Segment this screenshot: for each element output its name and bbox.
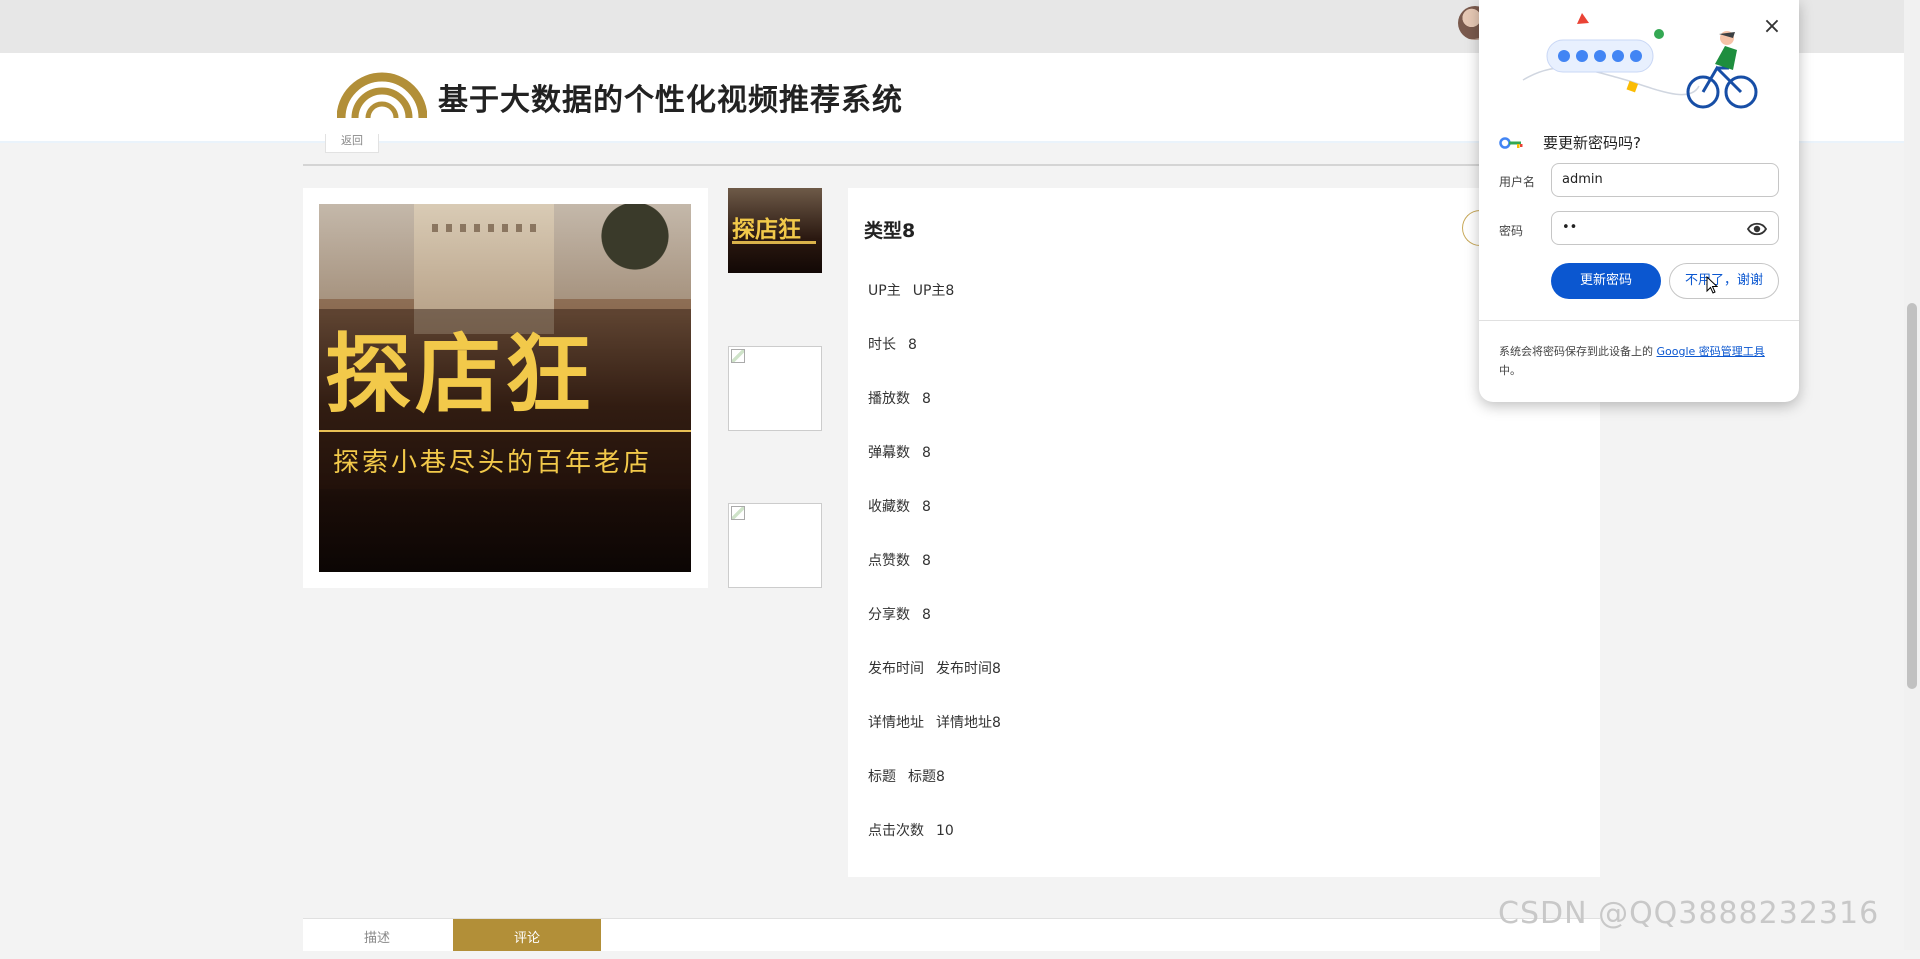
no-thanks-button[interactable]: 不用了，谢谢 — [1669, 263, 1779, 299]
thumbnail-1[interactable]: 探店狂 — [728, 188, 822, 273]
footer-text: 系统会将密码保存到此设备上的 — [1499, 345, 1653, 358]
username-field[interactable]: admin — [1551, 163, 1779, 197]
broken-image-icon — [731, 349, 745, 363]
thumbnail-title: 探店狂 — [732, 216, 801, 243]
info-row: 详情地址 详情地址8 — [868, 712, 1001, 732]
info-row: UP主 UP主8 — [868, 280, 954, 300]
info-row: 点击次数 10 — [868, 820, 954, 840]
logo-icon — [337, 72, 427, 119]
info-value: 8 — [908, 337, 917, 353]
info-value: 详情地址8 — [936, 715, 1001, 731]
info-key: 时长 — [868, 337, 896, 353]
footer-suffix: 中。 — [1499, 364, 1521, 377]
info-row: 弹幕数 8 — [868, 442, 931, 462]
video-poster: 探店狂 探索小巷尽头的百年老店 — [319, 204, 691, 572]
password-label: 密码 — [1499, 224, 1524, 238]
poster-rule — [319, 430, 691, 432]
info-value: 8 — [922, 391, 931, 407]
thumbnail-rule — [732, 241, 816, 244]
update-password-button[interactable]: 更新密码 — [1551, 263, 1661, 299]
video-type-title: 类型8 — [864, 220, 916, 242]
info-key: 播放数 — [868, 391, 910, 407]
close-icon[interactable]: × — [1759, 14, 1785, 40]
info-row: 收藏数 8 — [868, 496, 931, 516]
info-value: 8 — [922, 499, 931, 515]
content-divider — [303, 164, 1600, 166]
info-key: UP主 — [868, 283, 901, 299]
password-field[interactable]: •• — [1551, 211, 1779, 245]
info-value: UP主8 — [912, 283, 955, 299]
poster-tree — [579, 204, 691, 284]
info-row: 时长 8 — [868, 334, 917, 354]
info-row: 分享数 8 — [868, 604, 931, 624]
password-manager-link[interactable]: Google 密码管理工具 — [1657, 345, 1765, 358]
info-key: 点击次数 — [868, 823, 924, 839]
eye-icon[interactable] — [1747, 219, 1767, 239]
info-row: 点赞数 8 — [868, 550, 931, 570]
back-button[interactable]: 返回 — [325, 134, 379, 153]
info-value: 10 — [936, 823, 954, 839]
watermark: CSDN @QQ3888232316 — [1498, 896, 1880, 931]
password-illustration-icon — [1522, 13, 1758, 109]
tab-description[interactable]: 描述 — [303, 919, 451, 951]
scrollbar-thumb[interactable] — [1907, 303, 1917, 689]
tab-comments[interactable]: 评论 — [453, 919, 601, 951]
cursor-icon — [1706, 276, 1718, 294]
password-update-popup: × 要更新密码吗? 用户名 admin 密码 •• 更新密码 不用了，谢谢 系统… — [1479, 0, 1799, 402]
site-title: 基于大数据的个性化视频推荐系统 — [438, 83, 903, 118]
key-icon — [1499, 137, 1523, 149]
info-key: 标题 — [868, 769, 896, 785]
info-value: 8 — [922, 553, 931, 569]
thumbnail-3[interactable] — [728, 503, 822, 588]
info-value: 发布时间8 — [936, 661, 1001, 677]
poster-subtitle: 探索小巷尽头的百年老店 — [333, 448, 653, 478]
username-label: 用户名 — [1499, 175, 1536, 189]
broken-image-icon — [731, 506, 745, 520]
info-key: 详情地址 — [868, 715, 924, 731]
thumbnail-2[interactable] — [728, 346, 822, 431]
popup-divider — [1479, 320, 1799, 321]
info-row: 播放数 8 — [868, 388, 931, 408]
info-key: 收藏数 — [868, 499, 910, 515]
info-row: 发布时间 发布时间8 — [868, 658, 1001, 678]
info-key: 分享数 — [868, 607, 910, 623]
info-value: 8 — [922, 607, 931, 623]
detail-tabs: 描述 评论 — [303, 918, 1600, 951]
info-value: 8 — [922, 445, 931, 461]
info-key: 点赞数 — [868, 553, 910, 569]
main-image-card: 探店狂 探索小巷尽头的百年老店 — [303, 188, 708, 588]
info-value: 标题8 — [908, 769, 945, 785]
info-key: 发布时间 — [868, 661, 924, 677]
info-key: 弹幕数 — [868, 445, 910, 461]
poster-title: 探店狂 — [325, 324, 595, 425]
popup-footer: 系统会将密码保存到此设备上的 Google 密码管理工具中。 — [1499, 342, 1785, 380]
info-row: 标题 标题8 — [868, 766, 945, 786]
popup-heading: 要更新密码吗? — [1543, 134, 1641, 152]
